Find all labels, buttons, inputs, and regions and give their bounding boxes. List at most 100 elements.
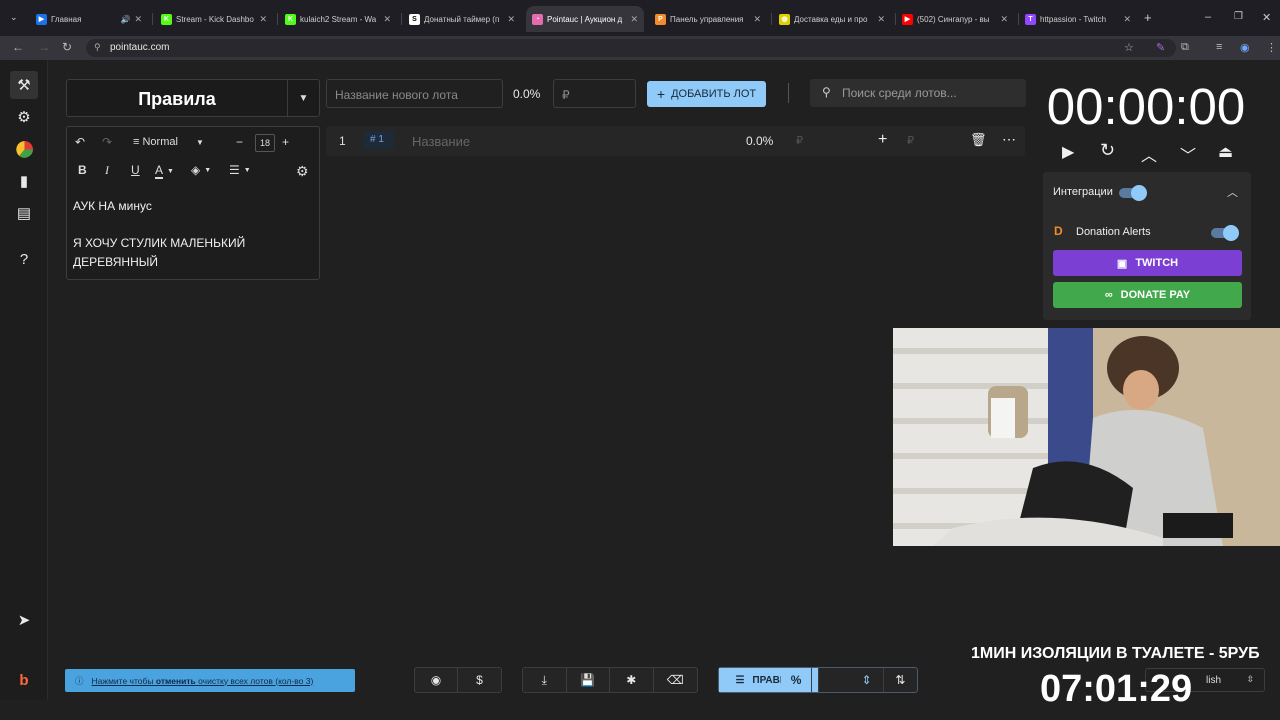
underline-icon[interactable]: U: [131, 163, 140, 177]
tab-close-icon[interactable]: ✕: [383, 14, 391, 25]
url-field[interactable]: ⚲ pointauc.com: [86, 39, 1176, 57]
restore-icon[interactable]: ❐: [1234, 11, 1243, 22]
tab-favicon-icon: K: [161, 13, 172, 25]
tab-close-icon[interactable]: ✕: [1000, 14, 1008, 25]
tab-list-icon[interactable]: ⌄: [10, 12, 18, 23]
close-window-icon[interactable]: ✕: [1262, 11, 1271, 24]
bug-report-icon[interactable]: ✱: [610, 668, 654, 692]
tab-close-icon[interactable]: ✕: [753, 14, 761, 25]
text-color-icon[interactable]: A ▼: [155, 163, 174, 179]
donation-alerts-toggle[interactable]: [1211, 225, 1239, 241]
reload-icon[interactable]: ↻: [62, 40, 72, 54]
donate-dollar-icon[interactable]: $: [458, 668, 501, 692]
tab-close-icon[interactable]: ✕: [630, 14, 638, 25]
lot-more-icon[interactable]: ⋯: [1002, 131, 1016, 148]
boosty-logo-icon[interactable]: b: [10, 666, 38, 694]
clear-lots-icon[interactable]: ⌫: [654, 668, 697, 692]
compact-view-icon[interactable]: ⇕: [850, 668, 884, 692]
highlight-color-icon[interactable]: ◈ ▼: [191, 163, 211, 177]
notice-text[interactable]: Нажмите чтобы отменить очистку всех лото…: [92, 676, 314, 686]
font-size-decrease-icon[interactable]: −: [236, 135, 243, 149]
integrations-toggle[interactable]: [1119, 185, 1147, 201]
tab-audio-icon[interactable]: 🔊: [120, 15, 130, 24]
timer-max-icon[interactable]: ⏏: [1218, 142, 1233, 162]
redo-icon[interactable]: ↷: [102, 135, 112, 149]
browser-tab[interactable]: S Донатный таймер (п ✕: [403, 6, 521, 32]
undo-clear-notice[interactable]: ⓘ Нажмите чтобы отменить очистку всех ло…: [65, 669, 355, 692]
delete-lot-icon[interactable]: 🗑: [970, 132, 987, 148]
add-amount-input[interactable]: ₽: [907, 134, 914, 147]
site-info-icon[interactable]: ⚲: [94, 42, 101, 53]
timer-increase-icon[interactable]: ︿: [1141, 142, 1157, 166]
github-icon[interactable]: ◉: [415, 668, 458, 692]
forward-icon[interactable]: →: [38, 40, 50, 54]
tab-close-icon[interactable]: ✕: [507, 14, 515, 25]
lot-percent: 0.0%: [746, 134, 774, 148]
bookmark-star-icon[interactable]: ☆: [1124, 41, 1134, 54]
italic-icon[interactable]: I: [105, 163, 109, 178]
lot-name-input[interactable]: Название: [412, 134, 470, 149]
rules-text[interactable]: АУК НА минус Я ХОЧУ СТУЛИК МАЛЕНЬКИЙ ДЕР…: [73, 197, 313, 271]
wheel-pie-icon[interactable]: [10, 135, 38, 163]
tab-close-icon[interactable]: ✕: [134, 14, 142, 25]
align-icon[interactable]: ☰ ▼: [229, 163, 251, 177]
browser-menu-icon[interactable]: ⋮: [1266, 41, 1277, 54]
extensions-icon[interactable]: ⧉: [1181, 41, 1189, 54]
settings-gear-icon[interactable]: ⚙: [10, 103, 38, 131]
download-icon[interactable]: ⤓: [523, 668, 567, 692]
collapse-chevron-icon[interactable]: ︿: [1227, 184, 1238, 200]
timer-reset-icon[interactable]: ↻: [1100, 140, 1115, 161]
tab-close-icon[interactable]: ✕: [1123, 14, 1131, 25]
browser-tab[interactable]: K Stream - Kick Dashbo ✕: [155, 6, 273, 32]
browser-tab[interactable]: ◍ Доставка еды и про ✕: [773, 6, 891, 32]
sort-icon[interactable]: ⇅: [884, 668, 917, 692]
integrations-title: Интеграции: [1053, 186, 1113, 198]
lot-id-badge[interactable]: # 1: [364, 131, 394, 149]
font-size-field[interactable]: 18: [255, 134, 275, 152]
undo-icon[interactable]: ↶: [75, 135, 85, 149]
auction-gavel-icon[interactable]: ⚒: [10, 71, 38, 99]
media-icon[interactable]: ≡: [1216, 41, 1222, 53]
tab-close-icon[interactable]: ✕: [877, 14, 885, 25]
add-amount-icon[interactable]: +: [878, 131, 887, 149]
browser-tab[interactable]: Thttpassion - Twitch ✕: [1019, 6, 1137, 32]
browser-tab[interactable]: ▶ Главная 🔊 ✕: [30, 6, 148, 32]
font-size-increase-icon[interactable]: +: [282, 135, 289, 149]
help-question-icon[interactable]: ?: [10, 245, 38, 273]
browser-tab[interactable]: Kkulaich2 Stream - Wa ✕: [279, 6, 397, 32]
browser-tab[interactable]: ▶ (502) Сингапур - вы ✕: [896, 6, 1014, 32]
rules-select[interactable]: Правила ▼: [66, 79, 320, 117]
telegram-icon[interactable]: ➤: [10, 606, 38, 634]
timer-play-icon[interactable]: ▶: [1062, 142, 1074, 162]
save-icon[interactable]: 💾: [567, 668, 610, 692]
back-icon[interactable]: ←: [12, 40, 24, 54]
rules-dropdown-icon[interactable]: ▼: [287, 80, 319, 116]
minimize-icon[interactable]: –: [1205, 11, 1211, 23]
new-lot-amount-input[interactable]: ₽: [553, 79, 636, 108]
text-style-select[interactable]: ≡ Normal ▼: [133, 136, 204, 148]
lot-amount-input[interactable]: ₽: [796, 134, 803, 147]
percent-toggle-icon[interactable]: %: [780, 668, 813, 692]
editor-settings-icon[interactable]: ⚙: [296, 163, 309, 180]
tab-title: Pointauc | Аукцион д: [547, 14, 623, 24]
tab-title: Доставка еды и про: [794, 14, 868, 24]
donate-pay-button[interactable]: ∞ DONATE PAY: [1053, 282, 1242, 308]
new-lot-name-input[interactable]: Название нового лота: [326, 79, 503, 108]
tab-title: kulaich2 Stream - Wa: [300, 14, 377, 24]
profile-avatar-icon[interactable]: ◉: [1240, 41, 1250, 54]
twitch-button[interactable]: ▣ TWITCH: [1053, 250, 1242, 276]
browser-tab[interactable]: ◔ Pointauc | Аукцион д ✕: [526, 6, 644, 32]
bold-icon[interactable]: B: [78, 163, 87, 177]
app-sidebar: ⚒ ⚙ ▮ ▤ ? ➤ b: [0, 60, 48, 700]
lot-search-input[interactable]: ⚲ Поиск среди лотов...: [810, 79, 1026, 107]
new-tab-icon[interactable]: +: [1144, 10, 1152, 25]
extension-pen-icon[interactable]: ✎: [1156, 41, 1165, 54]
history-clipboard-icon[interactable]: ▤: [10, 199, 38, 227]
statistics-bar-icon[interactable]: ▮: [10, 167, 38, 195]
browser-tab[interactable]: P Панель управления ✕: [649, 6, 767, 32]
add-lot-button[interactable]: + ДОБАВИТЬ ЛОТ: [647, 81, 766, 107]
timer-decrease-icon[interactable]: ﹀: [1180, 142, 1196, 166]
tab-close-icon[interactable]: ✕: [259, 14, 267, 25]
webcam-scene: [893, 328, 1280, 546]
rules-editor[interactable]: ↶ ↷ ≡ Normal ▼ − 18 + B I U A ▼ ◈ ▼ ☰ ▼ ⚙ А…: [66, 126, 320, 280]
